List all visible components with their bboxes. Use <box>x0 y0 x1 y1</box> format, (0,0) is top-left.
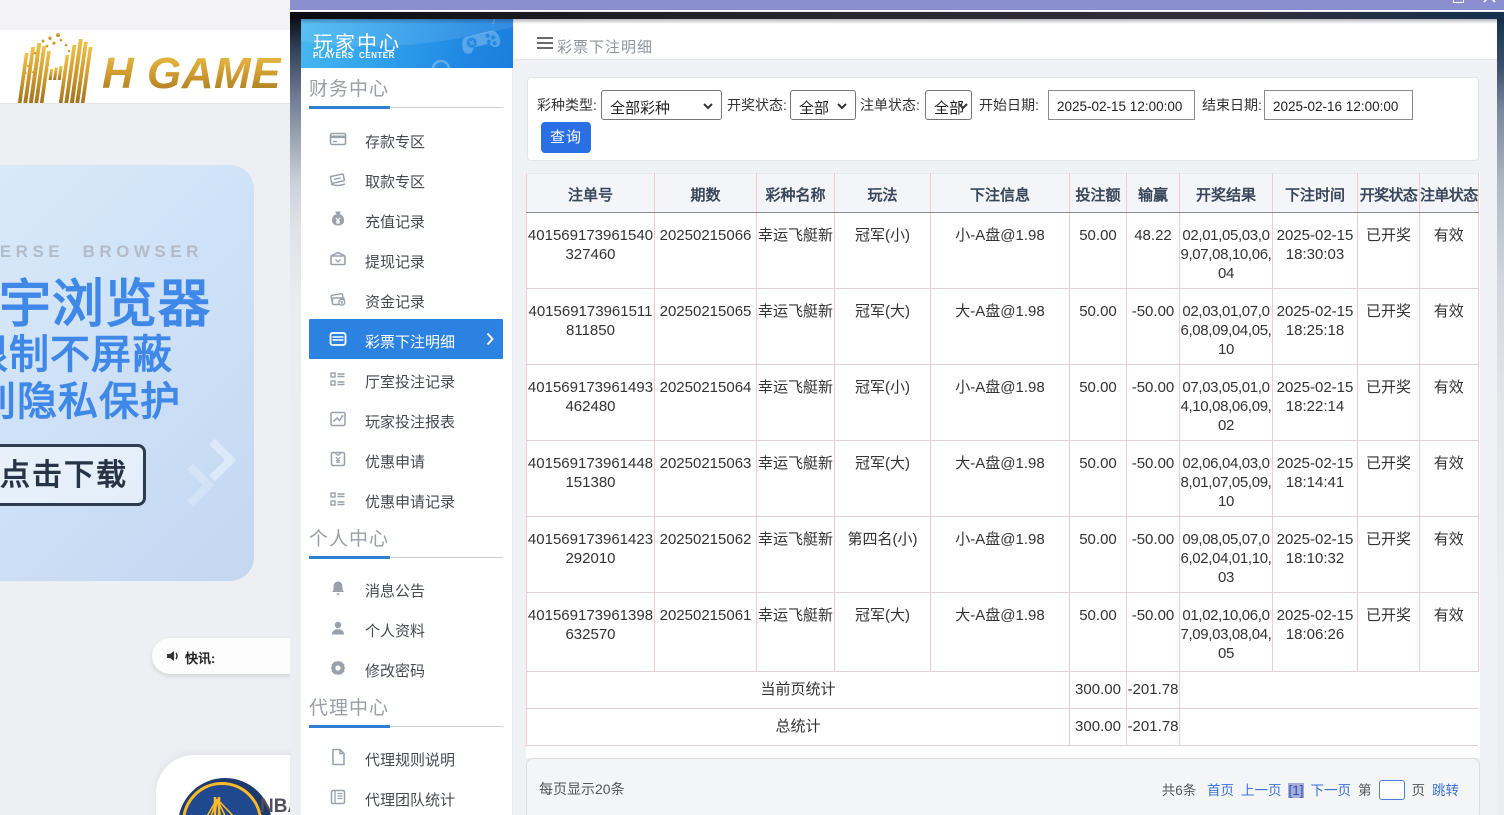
svg-text:H GAME: H GAME <box>102 49 282 98</box>
